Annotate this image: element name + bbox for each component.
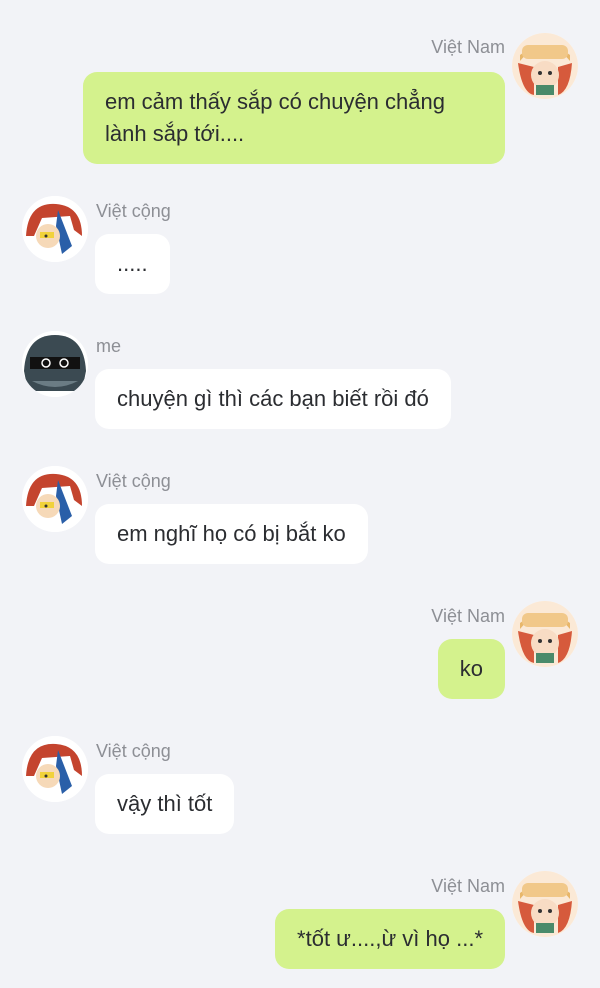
sender-name: Việt Nam [431, 606, 505, 626]
message-bubble: ..... [95, 234, 170, 294]
message-bubble: ko [437, 639, 505, 699]
viet-cong-avatar-icon[interactable] [22, 466, 88, 532]
message-bubble: vậy thì tốt [95, 774, 235, 834]
sender-name: Việt cộng [96, 471, 171, 491]
message-bubble: *tốt ư....,ừ vì họ ...* [275, 909, 505, 969]
viet-nam-avatar-icon[interactable] [512, 33, 578, 99]
message-bubble: em nghĩ họ có bị bắt ko [95, 504, 368, 564]
message-bubble: em cảm thấy sắp có chuyện chẳng lành sắp… [83, 72, 505, 164]
sender-name: Việt cộng [96, 741, 171, 761]
sender-name: me [96, 336, 122, 356]
sender-name: Việt Nam [431, 37, 505, 57]
chat-thread: Việt Nam em cảm thấy sắp có chuyện chẳng… [0, 0, 600, 988]
message-bubble: chuyện gì thì các bạn biết rồi đó [95, 369, 451, 429]
viet-nam-avatar-icon[interactable] [512, 871, 578, 937]
viet-nam-avatar-icon[interactable] [512, 601, 578, 667]
sender-name: Việt cộng [96, 201, 171, 221]
viet-cong-avatar-icon[interactable] [22, 736, 88, 802]
viet-cong-avatar-icon[interactable] [22, 196, 88, 262]
me-avatar-icon[interactable] [22, 331, 88, 397]
sender-name: Việt Nam [431, 876, 505, 896]
